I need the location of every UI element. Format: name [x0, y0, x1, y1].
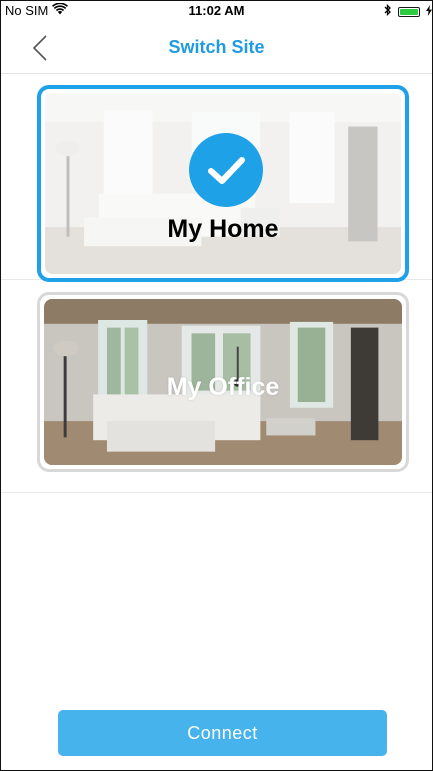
- status-time: 11:02 AM: [188, 3, 245, 18]
- site-card-my-office[interactable]: My Office: [37, 292, 409, 472]
- site-list: My Home My Office: [1, 74, 432, 493]
- charging-bolt-icon: [426, 4, 432, 19]
- site-row: My Home: [1, 74, 432, 282]
- page-title: Switch Site: [168, 37, 265, 57]
- navigation-bar: Switch Site: [1, 21, 432, 74]
- checkmark-icon: [189, 133, 263, 207]
- connect-button[interactable]: Connect: [58, 710, 387, 756]
- bluetooth-icon: [384, 3, 392, 19]
- phone-screen: No SIM 11:02 AM Switch Site My Home My O…: [0, 0, 433, 771]
- battery-level-fill: [400, 8, 418, 15]
- status-right: [384, 3, 432, 19]
- site-card-my-home[interactable]: My Home: [37, 85, 409, 282]
- site-label: My Office: [166, 373, 280, 401]
- site-row: My Office: [1, 280, 432, 493]
- battery-icon: [398, 6, 420, 17]
- status-bar: No SIM 11:02 AM: [1, 1, 432, 21]
- site-label: My Home: [167, 215, 279, 243]
